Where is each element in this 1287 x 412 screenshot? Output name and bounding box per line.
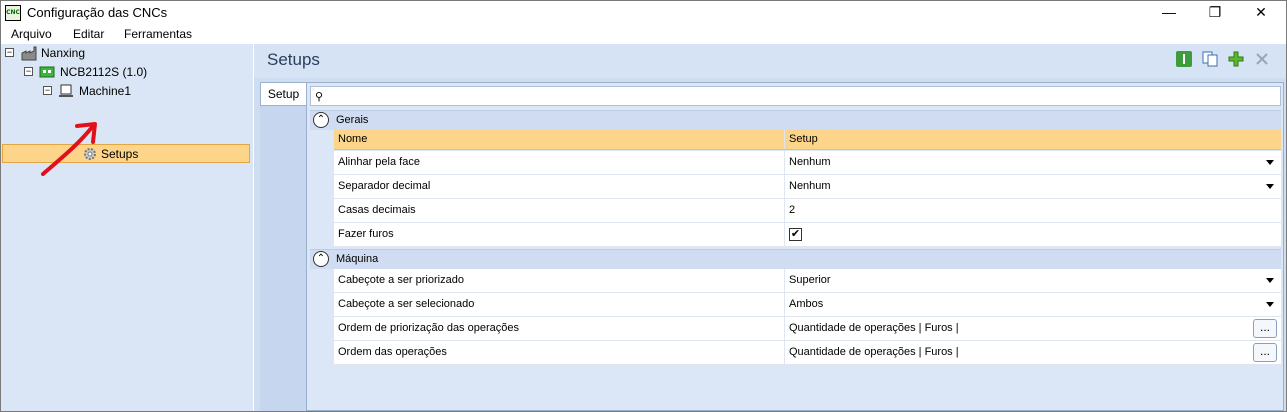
grid-header-row: Nome Setup [334,130,1281,150]
title-bar: CNC Configuração das CNCs — ❐ ✕ [1,1,1286,24]
app-window: CNC Configuração das CNCs — ❐ ✕ Arquivo … [0,0,1287,412]
dropdown-arrow-icon[interactable] [1266,302,1274,307]
property-name: Ordem de priorização das operações [334,317,785,340]
delete-icon[interactable] [1253,50,1271,68]
category-maquina: ⌃ Máquina [310,249,1281,269]
property-name: Casas decimais [334,199,785,222]
cnc-app-icon: CNC [5,5,21,21]
collapse-category-icon[interactable]: ⌃ [313,112,329,128]
ellipsis-button[interactable]: ... [1253,319,1277,338]
menu-ferramentas[interactable]: Ferramentas [124,27,192,41]
property-row-cabecote-priorizado[interactable]: Cabeçote a ser priorizado Superior [334,269,1281,293]
factory-icon [21,46,37,61]
tree-label: Nanxing [41,46,86,60]
add-icon[interactable] [1227,50,1245,68]
panel-header: Setups [254,44,1286,78]
menu-editar[interactable]: Editar [73,27,104,41]
property-name: Cabeçote a ser priorizado [334,269,785,292]
column-header-nome: Nome [334,130,785,149]
tree-panel: − Nanxing − NCB2112S (1.0) − Machine1 Se… [1,44,253,411]
tab-setup[interactable]: Setup [260,82,306,106]
collapse-category-icon[interactable]: ⌃ [313,251,329,267]
red-arrow-annotation [41,122,97,176]
window-title: Configuração das CNCs [27,5,168,20]
property-name: Fazer furos [334,223,785,246]
menu-arquivo[interactable]: Arquivo [11,27,52,41]
property-value[interactable]: Nenhum [785,175,1281,198]
maximize-button[interactable]: ❐ [1192,1,1238,24]
property-row-ordem-priorizacao[interactable]: Ordem de priorização das operações Quant… [334,317,1281,341]
collapse-icon[interactable]: − [43,86,52,95]
search-input[interactable]: ⚲ [310,86,1281,106]
property-row-separador[interactable]: Separador decimal Nenhum [334,175,1281,199]
circuit-board-icon [39,66,55,78]
menu-bar: Arquivo Editar Ferramentas [1,24,1286,44]
tree-label: Machine1 [79,84,132,98]
property-row-alinhar[interactable]: Alinhar pela face Nenhum [334,151,1281,175]
info-icon[interactable] [1175,50,1193,68]
dropdown-arrow-icon[interactable] [1266,184,1274,189]
fazer-furos-checkbox[interactable]: ✔ [789,228,802,241]
property-value[interactable]: Quantidade de operações | Furos | [785,317,1281,340]
tab-strip [260,106,306,411]
property-row-casas[interactable]: Casas decimais 2 [334,199,1281,223]
collapse-icon[interactable]: − [24,67,33,76]
dropdown-arrow-icon[interactable] [1266,278,1274,283]
row-gutter [310,269,334,365]
property-value[interactable]: Nenhum [785,151,1281,174]
property-name: Separador decimal [334,175,785,198]
close-button[interactable]: ✕ [1238,1,1284,24]
computer-icon [59,84,73,97]
property-row-cabecote-selecionado[interactable]: Cabeçote a ser selecionado Ambos [334,293,1281,317]
category-title: Máquina [336,253,379,265]
property-name: Alinhar pela face [334,151,785,174]
ellipsis-button[interactable]: ... [1253,343,1277,362]
property-value[interactable]: Superior [785,269,1281,292]
setups-panel: Setups Setup ⚲ ⌃ Gerais Nome Setup Alinh… [254,44,1286,411]
property-value[interactable]: Quantidade de operações | Furos | [785,341,1281,364]
category-title: Gerais [336,114,369,126]
key-icon: ⚲ [315,91,324,103]
property-row-ordem-operacoes[interactable]: Ordem das operações Quantidade de operaç… [334,341,1281,365]
property-grid: ⚲ ⌃ Gerais Nome Setup Alinhar pela face … [306,82,1284,411]
property-value[interactable]: 2 [785,199,1281,222]
property-value[interactable]: Ambos [785,293,1281,316]
column-header-setup: Setup [789,133,818,145]
property-name: Ordem das operações [334,341,785,364]
tree-label: NCB2112S (1.0) [60,65,148,79]
row-gutter [310,130,334,250]
panel-title: Setups [267,50,320,69]
minimize-button[interactable]: — [1146,1,1192,24]
collapse-icon[interactable]: − [5,48,14,57]
category-gerais: ⌃ Gerais [310,110,1281,130]
copy-icon[interactable] [1201,50,1219,68]
dropdown-arrow-icon[interactable] [1266,160,1274,165]
property-row-fazer-furos[interactable]: Fazer furos ✔ [334,223,1281,247]
property-name: Cabeçote a ser selecionado [334,293,785,316]
